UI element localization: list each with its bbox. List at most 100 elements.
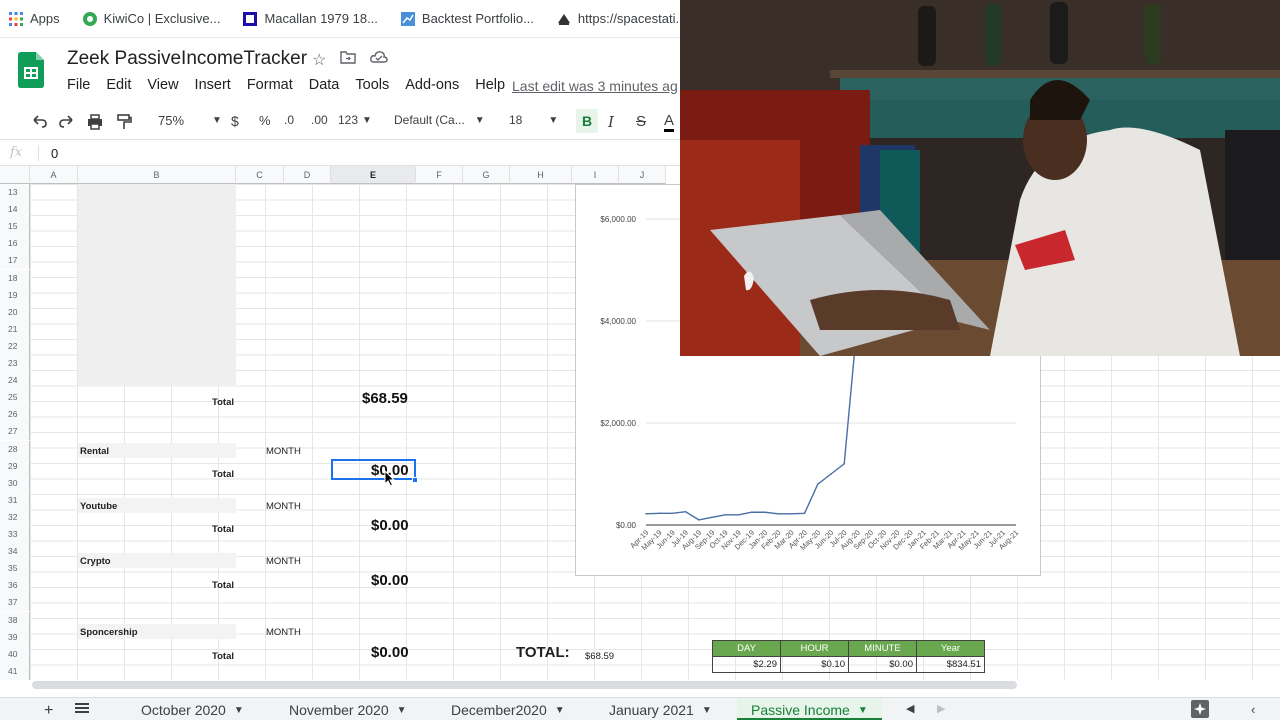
column-header-j[interactable]: J (619, 166, 666, 184)
row-header[interactable]: 29 (0, 457, 30, 475)
scroll-tabs-left-icon[interactable]: ◀ (906, 702, 914, 715)
column-header-g[interactable]: G (463, 166, 510, 184)
stats-header-minute[interactable]: MINUTE (848, 640, 917, 657)
stats-value-year[interactable]: $834.51 (916, 656, 985, 673)
tab-december-2020[interactable]: December2020 ▼ (451, 702, 565, 718)
column-header-f[interactable]: F (416, 166, 463, 184)
bookmark-kiwico[interactable]: KiwiCo | Exclusive... (82, 11, 220, 27)
zoom-select[interactable]: 75% ▼ (158, 113, 222, 128)
row-header[interactable]: 37 (0, 594, 30, 612)
font-size-select[interactable]: 18 ▼ (509, 113, 558, 127)
font-select[interactable]: Default (Ca... ▼ (394, 113, 485, 127)
menu-addons[interactable]: Add-ons (405, 77, 459, 93)
bold-button[interactable]: B (576, 109, 598, 133)
column-header-b[interactable]: B (78, 166, 236, 184)
menu-tools[interactable]: Tools (355, 77, 389, 93)
row-header[interactable]: 30 (0, 474, 30, 492)
menu-data[interactable]: Data (309, 77, 340, 93)
column-header-e[interactable]: E (331, 166, 416, 184)
row-header[interactable]: 39 (0, 628, 30, 646)
row-header[interactable]: 35 (0, 560, 30, 578)
undo-icon[interactable] (30, 113, 48, 131)
explore-button[interactable] (1191, 700, 1209, 718)
crypto-total-value[interactable]: $0.00 (371, 572, 409, 589)
grand-total-label[interactable]: TOTAL: (516, 644, 570, 661)
italic-button[interactable]: I (608, 113, 614, 131)
menu-edit[interactable]: Edit (106, 77, 131, 93)
row-header[interactable]: 15 (0, 218, 30, 236)
tab-passive-income[interactable]: Passive Income ▼ (737, 698, 882, 720)
column-header-d[interactable]: D (284, 166, 331, 184)
increase-decimal-button[interactable]: .00 (311, 113, 328, 127)
horizontal-scrollbar[interactable] (32, 681, 1017, 689)
row-header[interactable]: 36 (0, 577, 30, 595)
all-sheets-button[interactable] (75, 702, 89, 714)
document-title[interactable]: Zeek PassiveIncomeTracker (67, 48, 307, 70)
row-header[interactable]: 16 (0, 235, 30, 253)
cloud-saved-icon[interactable] (370, 50, 389, 70)
row-header[interactable]: 18 (0, 269, 30, 287)
stats-value-day[interactable]: $2.29 (712, 656, 781, 673)
bookmark-spacestation[interactable]: https://spacestati... (556, 11, 686, 27)
fill-handle[interactable] (412, 477, 418, 483)
row-header[interactable]: 14 (0, 201, 30, 219)
bookmark-backtest[interactable]: Backtest Portfolio... (400, 11, 534, 27)
strikethrough-button[interactable]: S (636, 113, 646, 130)
row-header[interactable]: 32 (0, 508, 30, 526)
collapse-side-panel-icon[interactable]: ‹ (1251, 702, 1255, 717)
row-header[interactable]: 26 (0, 406, 30, 424)
tab-january-2021[interactable]: January 2021 ▼ (609, 702, 712, 718)
menu-insert[interactable]: Insert (195, 77, 231, 93)
row-header[interactable]: 22 (0, 337, 30, 355)
percent-button[interactable]: % (259, 113, 271, 128)
section-name-sponcership[interactable]: Sponcership (80, 627, 138, 638)
add-sheet-button[interactable]: + (44, 702, 53, 720)
redo-icon[interactable] (58, 113, 76, 131)
stats-value-hour[interactable]: $0.10 (780, 656, 849, 673)
row-header[interactable]: 17 (0, 252, 30, 270)
selected-cell[interactable] (331, 459, 416, 480)
section-name-youtube[interactable]: Youtube (80, 501, 117, 512)
more-formats-button[interactable]: 123 ▼ (338, 113, 372, 127)
row-header[interactable]: 31 (0, 491, 30, 509)
decrease-decimal-button[interactable]: .0 (284, 113, 294, 127)
bookmark-macallan[interactable]: Macallan 1979 18... (242, 11, 378, 27)
move-folder-icon[interactable] (340, 50, 357, 70)
menu-view[interactable]: View (147, 77, 178, 93)
row-header[interactable]: 34 (0, 543, 30, 561)
column-header-h[interactable]: H (510, 166, 572, 184)
menu-format[interactable]: Format (247, 77, 293, 93)
section-name-rental[interactable]: Rental (80, 446, 109, 457)
scroll-tabs-right-icon[interactable]: ▶ (937, 702, 945, 715)
section-name-crypto[interactable]: Crypto (80, 556, 111, 567)
row-header[interactable]: 27 (0, 423, 30, 441)
text-color-button[interactable]: A (664, 113, 675, 132)
stats-header-hour[interactable]: HOUR (780, 640, 849, 657)
print-icon[interactable] (86, 113, 104, 131)
star-icon[interactable]: ☆ (312, 50, 326, 70)
month-label[interactable]: MONTH (266, 446, 301, 457)
sheets-logo-icon[interactable] (18, 52, 44, 88)
row-header[interactable]: 38 (0, 611, 30, 629)
last-edit-link[interactable]: Last edit was 3 minutes ag (512, 78, 678, 94)
row-header[interactable]: 24 (0, 372, 30, 390)
grand-total-value[interactable]: $68.59 (585, 651, 614, 662)
stats-header-day[interactable]: DAY (712, 640, 781, 657)
row-header[interactable]: 19 (0, 286, 30, 304)
row-header[interactable]: 33 (0, 526, 30, 543)
row-header[interactable]: 23 (0, 355, 30, 372)
paint-format-icon[interactable] (115, 113, 133, 131)
row-header[interactable]: 41 (0, 662, 30, 680)
stats-value-minute[interactable]: $0.00 (848, 656, 917, 673)
stats-header-year[interactable]: Year (916, 640, 985, 657)
column-header-i[interactable]: I (572, 166, 619, 184)
column-header-c[interactable]: C (236, 166, 284, 184)
first-total-value[interactable]: $68.59 (362, 390, 408, 407)
month-label[interactable]: MONTH (266, 627, 301, 638)
sponcership-total-value[interactable]: $0.00 (371, 644, 409, 661)
menu-file[interactable]: File (67, 77, 90, 93)
column-header-a[interactable]: A (30, 166, 78, 184)
youtube-total-value[interactable]: $0.00 (371, 517, 409, 534)
tab-october-2020[interactable]: October 2020 ▼ (141, 702, 244, 718)
row-header[interactable]: 25 (0, 389, 30, 407)
